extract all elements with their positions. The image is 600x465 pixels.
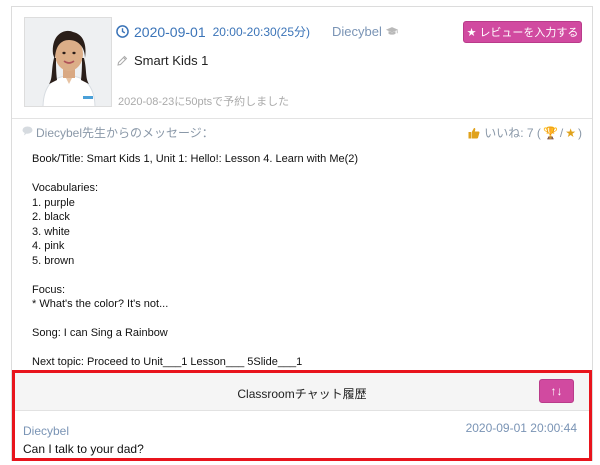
teacher-name-link[interactable]: Diecybel (332, 24, 382, 39)
trophy-icon: 🏆 (542, 125, 558, 140)
lesson-card: 2020-09-01 20:00-20:30(25分) Diecybel ★ レ… (11, 6, 593, 461)
likes-label: いいね: 7 ( (484, 126, 541, 140)
chat-history-header: Classroomチャット履歴 ↑↓ (15, 373, 589, 411)
message-line: * What's the color? It's not... (32, 298, 169, 310)
chat-sender: Diecybel (23, 424, 70, 438)
message-line (32, 312, 572, 327)
chat-timestamp: 2020-09-01 20:00:44 (465, 421, 577, 435)
message-line: Next topic: Proceed to Unit___1 Lesson__… (32, 356, 303, 368)
lesson-date: 2020-09-01 (134, 23, 206, 40)
message-line: Song: I can Sing a Rainbow (32, 327, 168, 339)
message-line: Focus: (32, 283, 66, 296)
message-line: 3. white (32, 225, 70, 238)
clock-icon (116, 25, 129, 38)
star-icon: ★ (565, 125, 576, 140)
lesson-time-range: 20:00-20:30(25分) (212, 25, 311, 39)
message-body: Book/Title: Smart Kids 1, Unit 1: Hello!… (32, 152, 572, 370)
chat-sort-toggle-button[interactable]: ↑↓ (539, 379, 574, 403)
speech-bubble-icon (22, 126, 33, 136)
message-line: Vocabularies: (32, 182, 99, 194)
message-line (32, 268, 572, 283)
classroom-chat-history: Classroomチャット履歴 ↑↓ Diecybel 2020-09-01 2… (12, 370, 592, 461)
lesson-date-row: 2020-09-01 20:00-20:30(25分) Diecybel (116, 23, 399, 40)
chat-history-title: Classroomチャット履歴 (237, 387, 367, 401)
message-line: 2. black (32, 211, 70, 223)
graduation-cap-icon (385, 27, 399, 35)
message-line (32, 167, 572, 182)
likes-close: ) (578, 125, 582, 140)
teacher-avatar[interactable] (24, 17, 112, 107)
lesson-header: 2020-09-01 20:00-20:30(25分) Diecybel ★ レ… (12, 7, 592, 119)
course-row: Smart Kids 1 (116, 53, 208, 68)
likes-separator: / (559, 125, 564, 140)
message-line: Book/Title: Smart Kids 1, Unit 1: Hello!… (32, 153, 359, 165)
message-line (32, 341, 572, 356)
course-name: Smart Kids 1 (134, 53, 209, 68)
write-review-button[interactable]: ★ レビューを入力する (463, 21, 582, 43)
chat-message-text: Can I talk to your dad? (23, 442, 144, 456)
booking-note: 2020-08-23に50ptsで予約しました (118, 96, 290, 108)
likes-counter[interactable]: いいね: 7 ( 🏆 / ★ ) (468, 124, 582, 141)
pencil-icon (117, 55, 128, 66)
message-header: Diecybel先生からのメッセージ： いいね: 7 ( 🏆 / ★ ) (12, 123, 592, 141)
thumbs-up-icon (468, 127, 480, 138)
message-line: 1. purple (32, 196, 75, 209)
message-from-label: Diecybel先生からのメッセージ： (36, 126, 214, 140)
message-line: 4. pink (32, 240, 65, 252)
write-review-label: レビューを入力する (479, 27, 579, 39)
star-icon: ★ (466, 26, 477, 39)
message-line: 5. brown (32, 254, 75, 267)
